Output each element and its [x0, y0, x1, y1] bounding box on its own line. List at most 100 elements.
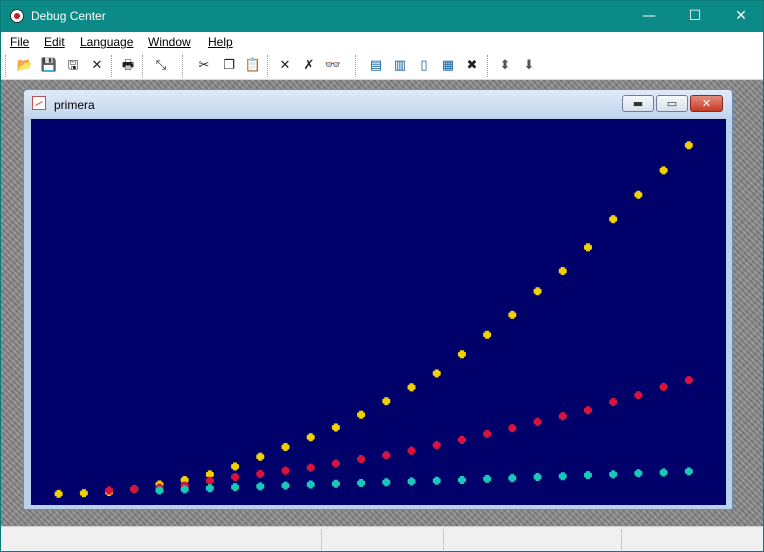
- data-point: [684, 467, 693, 476]
- data-point: [205, 484, 214, 493]
- menu-edit-label: Edit: [44, 35, 65, 49]
- data-point: [432, 441, 441, 450]
- tile-vertical-icon[interactable]: ▯: [414, 56, 434, 76]
- data-point: [306, 480, 315, 489]
- arrange-icon[interactable]: ▦: [438, 56, 458, 76]
- menu-bar: File Edit Language Window Help: [1, 32, 763, 52]
- data-point: [256, 469, 265, 478]
- menu-window-label: Window: [148, 35, 191, 49]
- toolbar-separator: [355, 55, 357, 77]
- data-point: [130, 484, 139, 493]
- data-point: [306, 463, 315, 472]
- toolbar-separator: [142, 55, 144, 77]
- data-point: [634, 391, 643, 400]
- child-maximize-button[interactable]: ▭: [656, 95, 688, 112]
- data-point: [483, 330, 492, 339]
- data-point: [659, 166, 668, 175]
- menu-edit[interactable]: Edit: [44, 35, 65, 49]
- data-point: [508, 474, 517, 483]
- data-point: [432, 476, 441, 485]
- data-point: [659, 382, 668, 391]
- data-point: [558, 472, 567, 481]
- cut-icon[interactable]: ✂: [194, 56, 214, 76]
- data-point: [331, 459, 340, 468]
- save-all-icon[interactable]: 🖫: [63, 56, 83, 76]
- data-point: [634, 469, 643, 478]
- data-point: [205, 476, 214, 485]
- close-all-icon[interactable]: ✖: [462, 56, 482, 76]
- data-point: [483, 474, 492, 483]
- data-point: [533, 417, 542, 426]
- child-close-button[interactable]: ✕: [690, 95, 723, 112]
- delete-icon[interactable]: ✕: [275, 56, 295, 76]
- data-point: [306, 433, 315, 442]
- toolbar-separator: [5, 55, 7, 77]
- data-point: [407, 446, 416, 455]
- paste-icon[interactable]: 📋: [243, 56, 263, 76]
- data-point: [231, 472, 240, 481]
- data-point: [256, 452, 265, 461]
- data-point: [558, 412, 567, 421]
- chart-icon: [32, 96, 46, 110]
- data-point: [231, 483, 240, 492]
- toolbar-separator: [182, 55, 184, 77]
- scatter-plot-area[interactable]: [31, 119, 726, 505]
- data-point: [357, 454, 366, 463]
- data-point: [583, 243, 592, 252]
- data-point: [382, 397, 391, 406]
- print-icon[interactable]: 🖶: [118, 56, 138, 76]
- move-up-icon[interactable]: ⬍: [495, 56, 515, 76]
- data-point: [684, 376, 693, 385]
- data-point: [256, 482, 265, 491]
- data-point: [634, 190, 643, 199]
- menu-language-label: Language: [80, 35, 134, 49]
- tile-horizontal-icon[interactable]: ▥: [390, 56, 410, 76]
- child-title-bar[interactable]: primera ▬ ▭ ✕: [24, 90, 732, 117]
- data-point: [382, 478, 391, 487]
- data-point: [558, 266, 567, 275]
- scatter-plot: [54, 141, 693, 498]
- menu-language[interactable]: Language: [80, 35, 133, 49]
- toolbar: 📂 💾 🖫 ✕ 🖶 ⤡ ✂ ❐ 📋 ✕ ✗ 👓 ▤ ▥ ▯ ▦ ✖ ⬍ ⬇: [1, 52, 763, 80]
- data-point: [457, 350, 466, 359]
- data-point: [483, 429, 492, 438]
- find-icon[interactable]: 👓: [323, 56, 343, 76]
- data-point: [281, 481, 290, 490]
- menu-window[interactable]: Window: [148, 35, 191, 49]
- data-point: [609, 215, 618, 224]
- move-down-icon[interactable]: ⬇: [519, 56, 539, 76]
- data-point: [583, 471, 592, 480]
- close-button[interactable]: ✕: [718, 1, 764, 32]
- data-point: [508, 424, 517, 433]
- menu-file-label: File: [10, 35, 30, 49]
- delete-all-icon[interactable]: ✗: [299, 56, 319, 76]
- data-point: [583, 406, 592, 415]
- app-icon: [10, 9, 24, 23]
- data-point: [457, 475, 466, 484]
- data-point: [508, 310, 517, 319]
- data-point: [331, 479, 340, 488]
- toolbar-separator: [111, 55, 113, 77]
- app-window: Debug Center — ☐ ✕ File Edit Language Wi…: [0, 0, 764, 552]
- data-point: [281, 442, 290, 451]
- maximize-button[interactable]: ☐: [672, 1, 718, 32]
- menu-help[interactable]: Help: [208, 35, 233, 49]
- child-minimize-button[interactable]: ▬: [622, 95, 654, 112]
- minimize-button[interactable]: —: [626, 1, 672, 32]
- pointer-icon[interactable]: ⤡: [151, 56, 171, 76]
- open-folder-icon[interactable]: 📂: [15, 56, 35, 76]
- save-icon[interactable]: 💾: [39, 56, 59, 76]
- data-point: [357, 410, 366, 419]
- data-point: [533, 472, 542, 481]
- cascade-icon[interactable]: ▤: [366, 56, 386, 76]
- toolbar-separator: [487, 55, 489, 77]
- child-window-primera[interactable]: primera ▬ ▭ ✕: [23, 89, 733, 510]
- menu-file[interactable]: File: [10, 35, 29, 49]
- toolbar-separator: [267, 55, 269, 77]
- copy-icon[interactable]: ❐: [219, 56, 239, 76]
- menu-help-label: Help: [208, 35, 233, 49]
- close-x-icon[interactable]: ✕: [87, 56, 107, 76]
- status-pane: [443, 529, 621, 550]
- data-point: [609, 470, 618, 479]
- title-bar[interactable]: Debug Center — ☐ ✕: [1, 1, 763, 32]
